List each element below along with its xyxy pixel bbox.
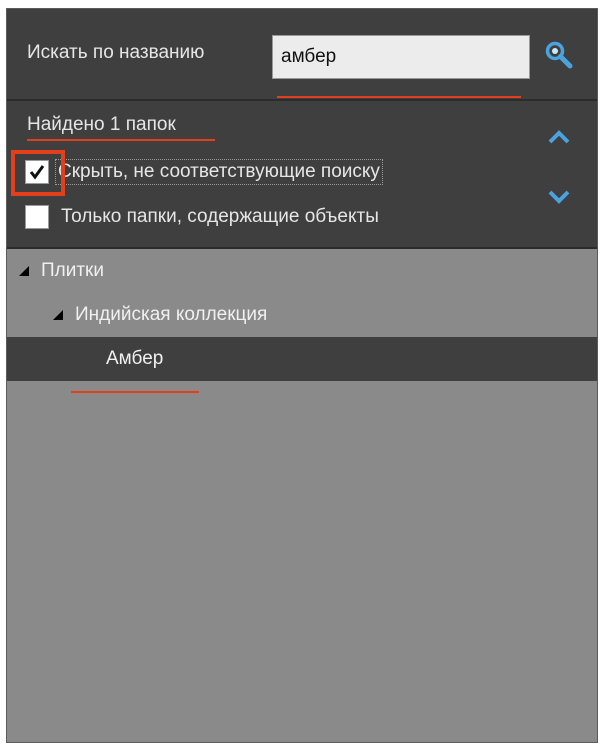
tree-item-indian-collection[interactable]: Индийская коллекция bbox=[7, 293, 597, 337]
search-header: Искать по названию Найдено 1 папок bbox=[7, 9, 597, 247]
hide-nonmatching-label: Скрыть, не соответствующие поиску bbox=[55, 159, 383, 185]
selected-item-underline bbox=[71, 391, 199, 393]
expand-triangle-icon[interactable] bbox=[51, 308, 65, 322]
previous-match-button[interactable] bbox=[539, 119, 579, 155]
only-with-objects-checkbox[interactable] bbox=[25, 205, 49, 229]
folder-search-panel: Искать по названию Найдено 1 папок bbox=[6, 8, 598, 743]
search-value-underline bbox=[277, 96, 521, 98]
found-count-label: Найдено 1 папок bbox=[27, 114, 176, 135]
tree-item-label: Индийская коллекция bbox=[75, 304, 268, 325]
chevron-up-icon bbox=[548, 130, 570, 144]
tree-item-label: Амбер bbox=[106, 348, 164, 369]
only-with-objects-option[interactable]: Только папки, содержащие объекты bbox=[25, 205, 379, 229]
expand-triangle-icon[interactable] bbox=[17, 264, 31, 278]
search-label: Искать по названию bbox=[27, 42, 205, 63]
only-with-objects-label: Только папки, содержащие объекты bbox=[61, 206, 379, 227]
checkmark-icon bbox=[29, 165, 45, 180]
header-divider bbox=[7, 99, 597, 101]
hide-nonmatching-option[interactable]: Скрыть, не соответствующие поиску bbox=[25, 159, 383, 185]
tree-item-label: Плитки bbox=[41, 260, 104, 281]
next-match-button[interactable] bbox=[539, 179, 579, 215]
search-input[interactable] bbox=[272, 35, 530, 79]
tree-item-amber[interactable]: Амбер bbox=[7, 337, 597, 381]
chevron-down-icon bbox=[548, 190, 570, 204]
found-count-underline bbox=[27, 139, 215, 141]
hide-nonmatching-checkbox[interactable] bbox=[25, 160, 49, 184]
search-button[interactable] bbox=[539, 33, 579, 77]
magnifier-icon bbox=[545, 41, 573, 69]
tree-item-tiles[interactable]: Плитки bbox=[7, 249, 597, 293]
